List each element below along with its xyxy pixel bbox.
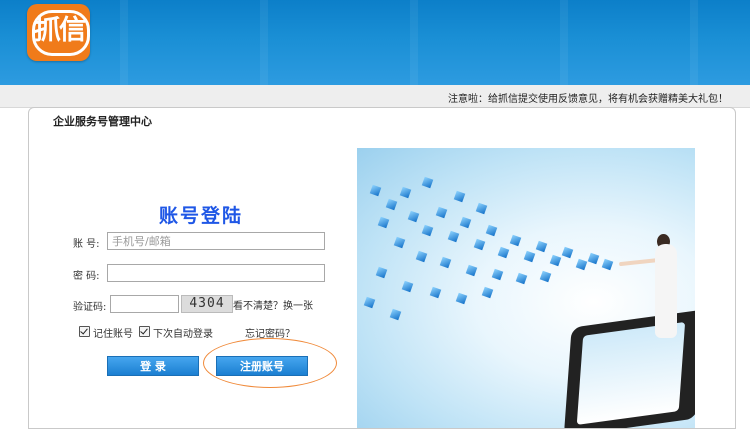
header-banner: 抓信 [0, 0, 750, 85]
captcha-image[interactable]: 4304 [181, 295, 233, 313]
password-label: 密 码: [73, 271, 100, 282]
logo-text: 抓信 [34, 15, 86, 46]
app-logo[interactable]: 抓信 [27, 4, 90, 61]
captcha-label: 验证码: [73, 302, 107, 313]
captcha-input[interactable] [110, 295, 179, 313]
account-label: 账 号: [73, 239, 100, 250]
register-button[interactable]: 注册账号 [216, 356, 308, 376]
refresh-captcha-link[interactable]: 看不清楚？换一张 [233, 297, 313, 312]
woman-figure [655, 244, 677, 338]
promo-illustration [357, 148, 695, 428]
account-input[interactable] [107, 232, 325, 250]
login-panel: 企业服务号管理中心 账号登陆 账 号: 密 码: 验证码: 4304 看不清楚？… [28, 107, 736, 429]
auto-login-checkbox[interactable] [139, 326, 150, 337]
auto-login-label: 下次自动登录 [153, 329, 213, 340]
login-heading: 账号登陆 [159, 205, 244, 227]
remember-account-checkbox[interactable] [79, 326, 90, 337]
remember-account-label: 记住账号 [93, 329, 133, 340]
login-button[interactable]: 登 录 [107, 356, 199, 376]
panel-title: 企业服务号管理中心 [53, 115, 152, 128]
password-input[interactable] [107, 264, 325, 282]
notice-bar: 注意啦：给抓信提交使用反馈意见，将有机会获赠精美大礼包！ [0, 85, 750, 108]
notice-text: 注意啦：给抓信提交使用反馈意见，将有机会获赠精美大礼包！ [448, 94, 728, 105]
